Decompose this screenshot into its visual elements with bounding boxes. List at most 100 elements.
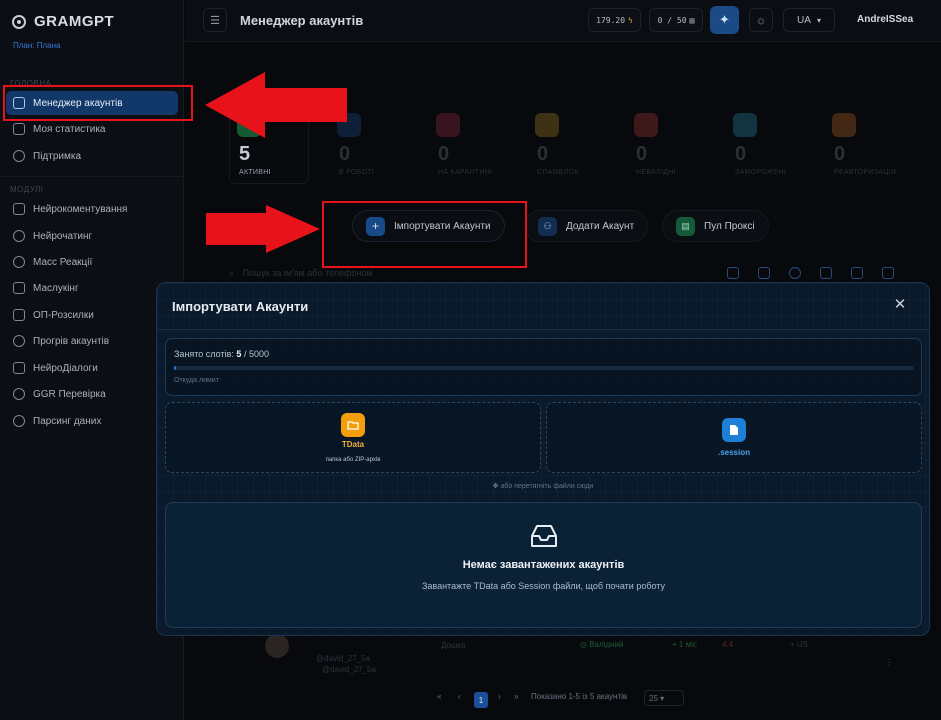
stat-value: 0 [438,143,450,165]
gear-icon [13,388,25,400]
server-icon: ▤ [676,216,695,236]
logo[interactable]: GRAMGPT [12,13,114,30]
stat-value: 0 [537,143,549,165]
table-row[interactable]: @david_27_5a @david_27_5a Дошка ◎ Валідн… [185,632,941,680]
row-region: + US [790,640,809,649]
row-actions-icon[interactable]: ⋮ [885,658,893,667]
stat-card[interactable]: 0 ЗАМОРОЖЕНІ [727,113,793,176]
inbox-icon [530,525,557,547]
add-user-icon: ⚇ [538,216,557,236]
chart-icon [13,123,25,135]
add-account-button[interactable]: ⚇ Додати Акаунт [524,210,649,242]
sidebar-item-op-mailings[interactable]: ОП-Розсилки [6,303,178,327]
sidebar-item-label: Парсинг даних [33,415,102,427]
comments-icon [13,203,25,215]
sidebar-item-label: Нейрочатинг [33,230,93,242]
chevron-down-icon: ▾ [660,694,665,703]
drag-hint-text: або перетягніть файли сюди [500,483,594,490]
stat-card[interactable]: 0 НЕВАЛІДНІ [628,113,694,176]
sidebar-item-ggr-check[interactable]: GGR Перевірка [6,382,178,406]
trash-icon[interactable] [882,267,894,279]
row-age-value: 1 міс [678,640,697,649]
row-status: Дошка [441,641,466,650]
sidebar-item-neurodialogs[interactable]: НейроДіалоги [6,356,178,380]
stat-card[interactable]: 0 РЕАВТОРИЗАЦІЯ [826,113,896,176]
move-icon: ✥ [492,483,499,490]
sidebar-item-neurochatting[interactable]: Нейрочатинг [6,224,178,248]
annotation-arrow-sidebar [205,72,347,138]
balance-value: 179.20 [596,15,626,25]
stat-value: 0 [636,143,648,165]
page-number-button[interactable]: 1 [474,692,488,708]
logo-text: GRAMGPT [34,13,115,30]
sidebar-item-label: Нейрокоментування [33,203,128,215]
slots-progress-bar [174,366,914,370]
next-page-icon[interactable]: › [498,692,501,701]
page-size-select[interactable]: 25 ▾ [644,690,684,706]
session-drop-zone[interactable]: .session [546,402,922,473]
sidebar-item-label: НейроДіалоги [33,362,98,374]
divider [0,176,184,177]
annotation-arrow-import [206,205,320,253]
user-menu[interactable]: AndreISSea [857,14,913,25]
stat-card[interactable]: 0 СПАМБЛОК [529,113,595,176]
filter-icon[interactable] [727,267,739,279]
sidebar-item-label: Масс Реакції [33,256,93,268]
add-account-label: Додати Акаунт [566,220,635,232]
empty-title: Немає завантажених акаунтів [462,559,625,571]
slots-counter-badge[interactable]: 0 / 50 ▤ [649,8,703,32]
stat-card[interactable]: 0 НА КАРАНТИНІ [430,113,496,176]
slots-counter-value: 0 / 50 [657,15,687,25]
header: ☰ Менеджер акаунтів 179.20 ϟ 0 / 50 ▤ ✦ ☼ … [185,0,941,42]
sidebar-item-label: Підтримка [33,150,82,162]
stat-label: НЕВАЛІДНІ [636,169,676,176]
sidebar-item-label: Маслукінг [33,282,79,294]
page-title: Менеджер акаунтів [240,13,364,28]
ai-assistant-button[interactable]: ✦ [710,6,739,34]
flame-icon [13,335,25,347]
close-icon[interactable]: ✕ [893,297,907,312]
refresh-icon[interactable] [789,267,801,279]
tdata-subtitle: папка або ZIP-архів [325,457,381,463]
sliders-icon[interactable] [820,267,832,279]
tdata-drop-zone[interactable]: TData папка або ZIP-архів [165,402,541,473]
first-page-icon[interactable]: « [437,692,441,701]
sidebar-item-data-parsing[interactable]: Парсинг даних [6,409,178,433]
checklist-icon[interactable] [758,267,770,279]
search-input[interactable]: ⌕ Пошук за ім'ям або телефоном [229,268,373,279]
balance-badge[interactable]: 179.20 ϟ [588,8,641,32]
smile-icon [13,256,25,268]
sidebar-item-warmup[interactable]: Прогрів акаунтів [6,329,178,353]
database-icon [13,415,25,427]
row-validity-label: Валідний [589,640,624,649]
sidebar-toggle-button[interactable]: ☰ [203,8,227,32]
slots-label: Занято слотів: [174,349,234,359]
plan-label[interactable]: План: Плана [13,41,60,50]
proxy-pool-button[interactable]: ▤ Пул Проксі [662,210,769,242]
language-select[interactable]: UA ▾ [783,8,835,32]
slots-panel: Занято слотів: 5 / 5000 Откуда лимит [165,338,922,396]
row-region-value: US [796,640,809,649]
session-title: .session [717,448,750,457]
list-icon[interactable] [851,267,863,279]
sidebar-item-masslooking[interactable]: Маслукінг [6,276,178,300]
row-username-secondary: @david_27_5a [322,665,376,674]
send-icon [13,309,25,321]
stat-icon [634,113,658,137]
last-page-icon[interactable]: » [514,692,518,701]
monitor-icon [13,282,25,294]
section-label-modules: МОДУЛІ [10,185,44,194]
dialog-icon [13,362,25,374]
slots-hint-link[interactable]: Откуда лимит [174,377,219,384]
sidebar-item-mass-reactions[interactable]: Масс Реакції [6,250,178,274]
theme-toggle-button[interactable]: ☼ [749,8,773,32]
prev-page-icon[interactable]: ‹ [458,692,461,701]
search-icon: ⌕ [229,268,235,278]
avatar [265,634,289,658]
pagination-summary: Показано 1-5 із 5 акаунтів [531,692,628,701]
row-age: + 1 міс [672,640,697,649]
card-icon: ▤ [689,15,695,25]
sidebar-item-support[interactable]: Підтримка [6,144,178,168]
sidebar-item-neurocommenting[interactable]: Нейрокоментування [6,197,178,221]
proxy-pool-label: Пул Проксі [704,220,755,232]
